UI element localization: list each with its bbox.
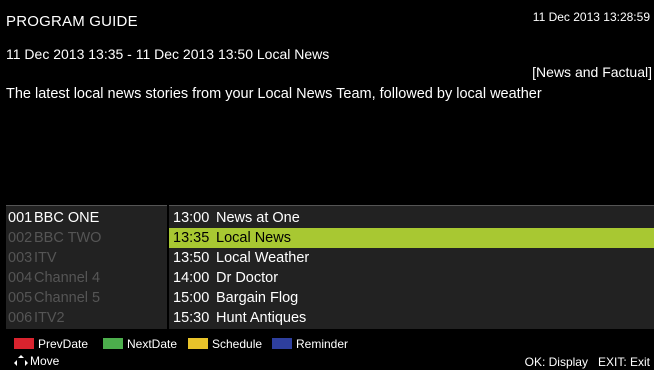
program-name: Bargain Flog	[216, 290, 299, 306]
guide-grid: 001 BBC ONE 002 BBC TWO 003 ITV 004 Channel 4 00…	[6, 205, 654, 329]
program-row[interactable]: 13:50 Local Weather	[169, 248, 654, 268]
program-name: News at One	[216, 210, 300, 226]
channel-number: 004	[8, 270, 33, 286]
key-hints: OK: Display EXIT: Exit	[525, 355, 650, 369]
program-name: Dr Doctor	[216, 270, 279, 286]
channel-row[interactable]: 002 BBC TWO	[6, 228, 167, 248]
program-row-selected[interactable]: 13:35 Local News	[169, 228, 654, 248]
color-swatch-icon	[103, 338, 123, 349]
color-swatch-icon	[188, 338, 208, 349]
legend-label: Schedule	[212, 337, 263, 351]
channel-number: 003	[8, 250, 33, 266]
channel-name: Channel 5	[34, 290, 101, 306]
program-time: 15:30	[173, 310, 210, 326]
program-time: 15:00	[173, 290, 210, 306]
move-hint: Move	[14, 354, 59, 368]
color-swatch-icon	[272, 338, 292, 349]
channel-number: 002	[8, 230, 33, 246]
channel-row[interactable]: 004 Channel 4	[6, 268, 167, 288]
program-name: Hunt Antiques	[216, 310, 307, 326]
program-list: 13:00 News at One 13:35 Local News 13:50 Loca…	[169, 205, 654, 329]
program-row[interactable]: 14:00 Dr Doctor	[169, 268, 654, 288]
legend-reminder-button[interactable]: Reminder	[272, 337, 348, 351]
clock: 11 Dec 2013 13:28:59	[532, 10, 650, 24]
color-swatch-icon	[14, 338, 34, 349]
ok-display-hint: OK: Display	[524, 355, 588, 369]
legend-schedule-button[interactable]: Schedule	[188, 337, 262, 351]
arrow-keys-icon	[14, 355, 28, 367]
legend-prevdate-button[interactable]: PrevDate	[14, 337, 88, 351]
program-schedule-line: 11 Dec 2013 13:35 - 11 Dec 2013 13:50 Lo…	[6, 46, 330, 62]
channel-name: BBC ONE	[34, 210, 100, 226]
channel-name: ITV	[34, 250, 57, 266]
program-time: 13:50	[173, 250, 210, 266]
move-label: Move	[30, 354, 60, 368]
channel-row[interactable]: 005 Channel 5	[6, 288, 167, 308]
legend-label: PrevDate	[38, 337, 89, 351]
legend-label: NextDate	[127, 337, 178, 351]
program-description: The latest local news stories from your …	[6, 86, 542, 102]
legend-label: Reminder	[296, 337, 349, 351]
channel-name: BBC TWO	[34, 230, 102, 246]
program-name: Local Weather	[216, 250, 310, 266]
program-row[interactable]: 15:30 Hunt Antiques	[169, 308, 654, 328]
channel-name: ITV2	[34, 310, 65, 326]
channel-number: 005	[8, 290, 33, 306]
page-title: PROGRAM GUIDE	[6, 13, 138, 30]
channel-row[interactable]: 003 ITV	[6, 248, 167, 268]
program-row[interactable]: 13:00 News at One	[169, 208, 654, 228]
channel-row[interactable]: 006 ITV2	[6, 308, 167, 328]
legend-nextdate-button[interactable]: NextDate	[103, 337, 177, 351]
program-row[interactable]: 15:00 Bargain Flog	[169, 288, 654, 308]
channel-name: Channel 4	[34, 270, 101, 286]
program-time: 13:00	[173, 210, 210, 226]
channel-number: 001	[8, 210, 33, 226]
exit-hint: EXIT: Exit	[597, 355, 650, 369]
program-name: Local News	[216, 230, 291, 246]
program-time: 13:35	[173, 230, 210, 246]
channel-list: 001 BBC ONE 002 BBC TWO 003 ITV 004 Channel 4 00…	[6, 205, 167, 329]
program-genre: [News and Factual]	[532, 64, 652, 80]
program-time: 14:00	[173, 270, 210, 286]
channel-row[interactable]: 001 BBC ONE	[6, 208, 167, 228]
channel-number: 006	[8, 310, 33, 326]
